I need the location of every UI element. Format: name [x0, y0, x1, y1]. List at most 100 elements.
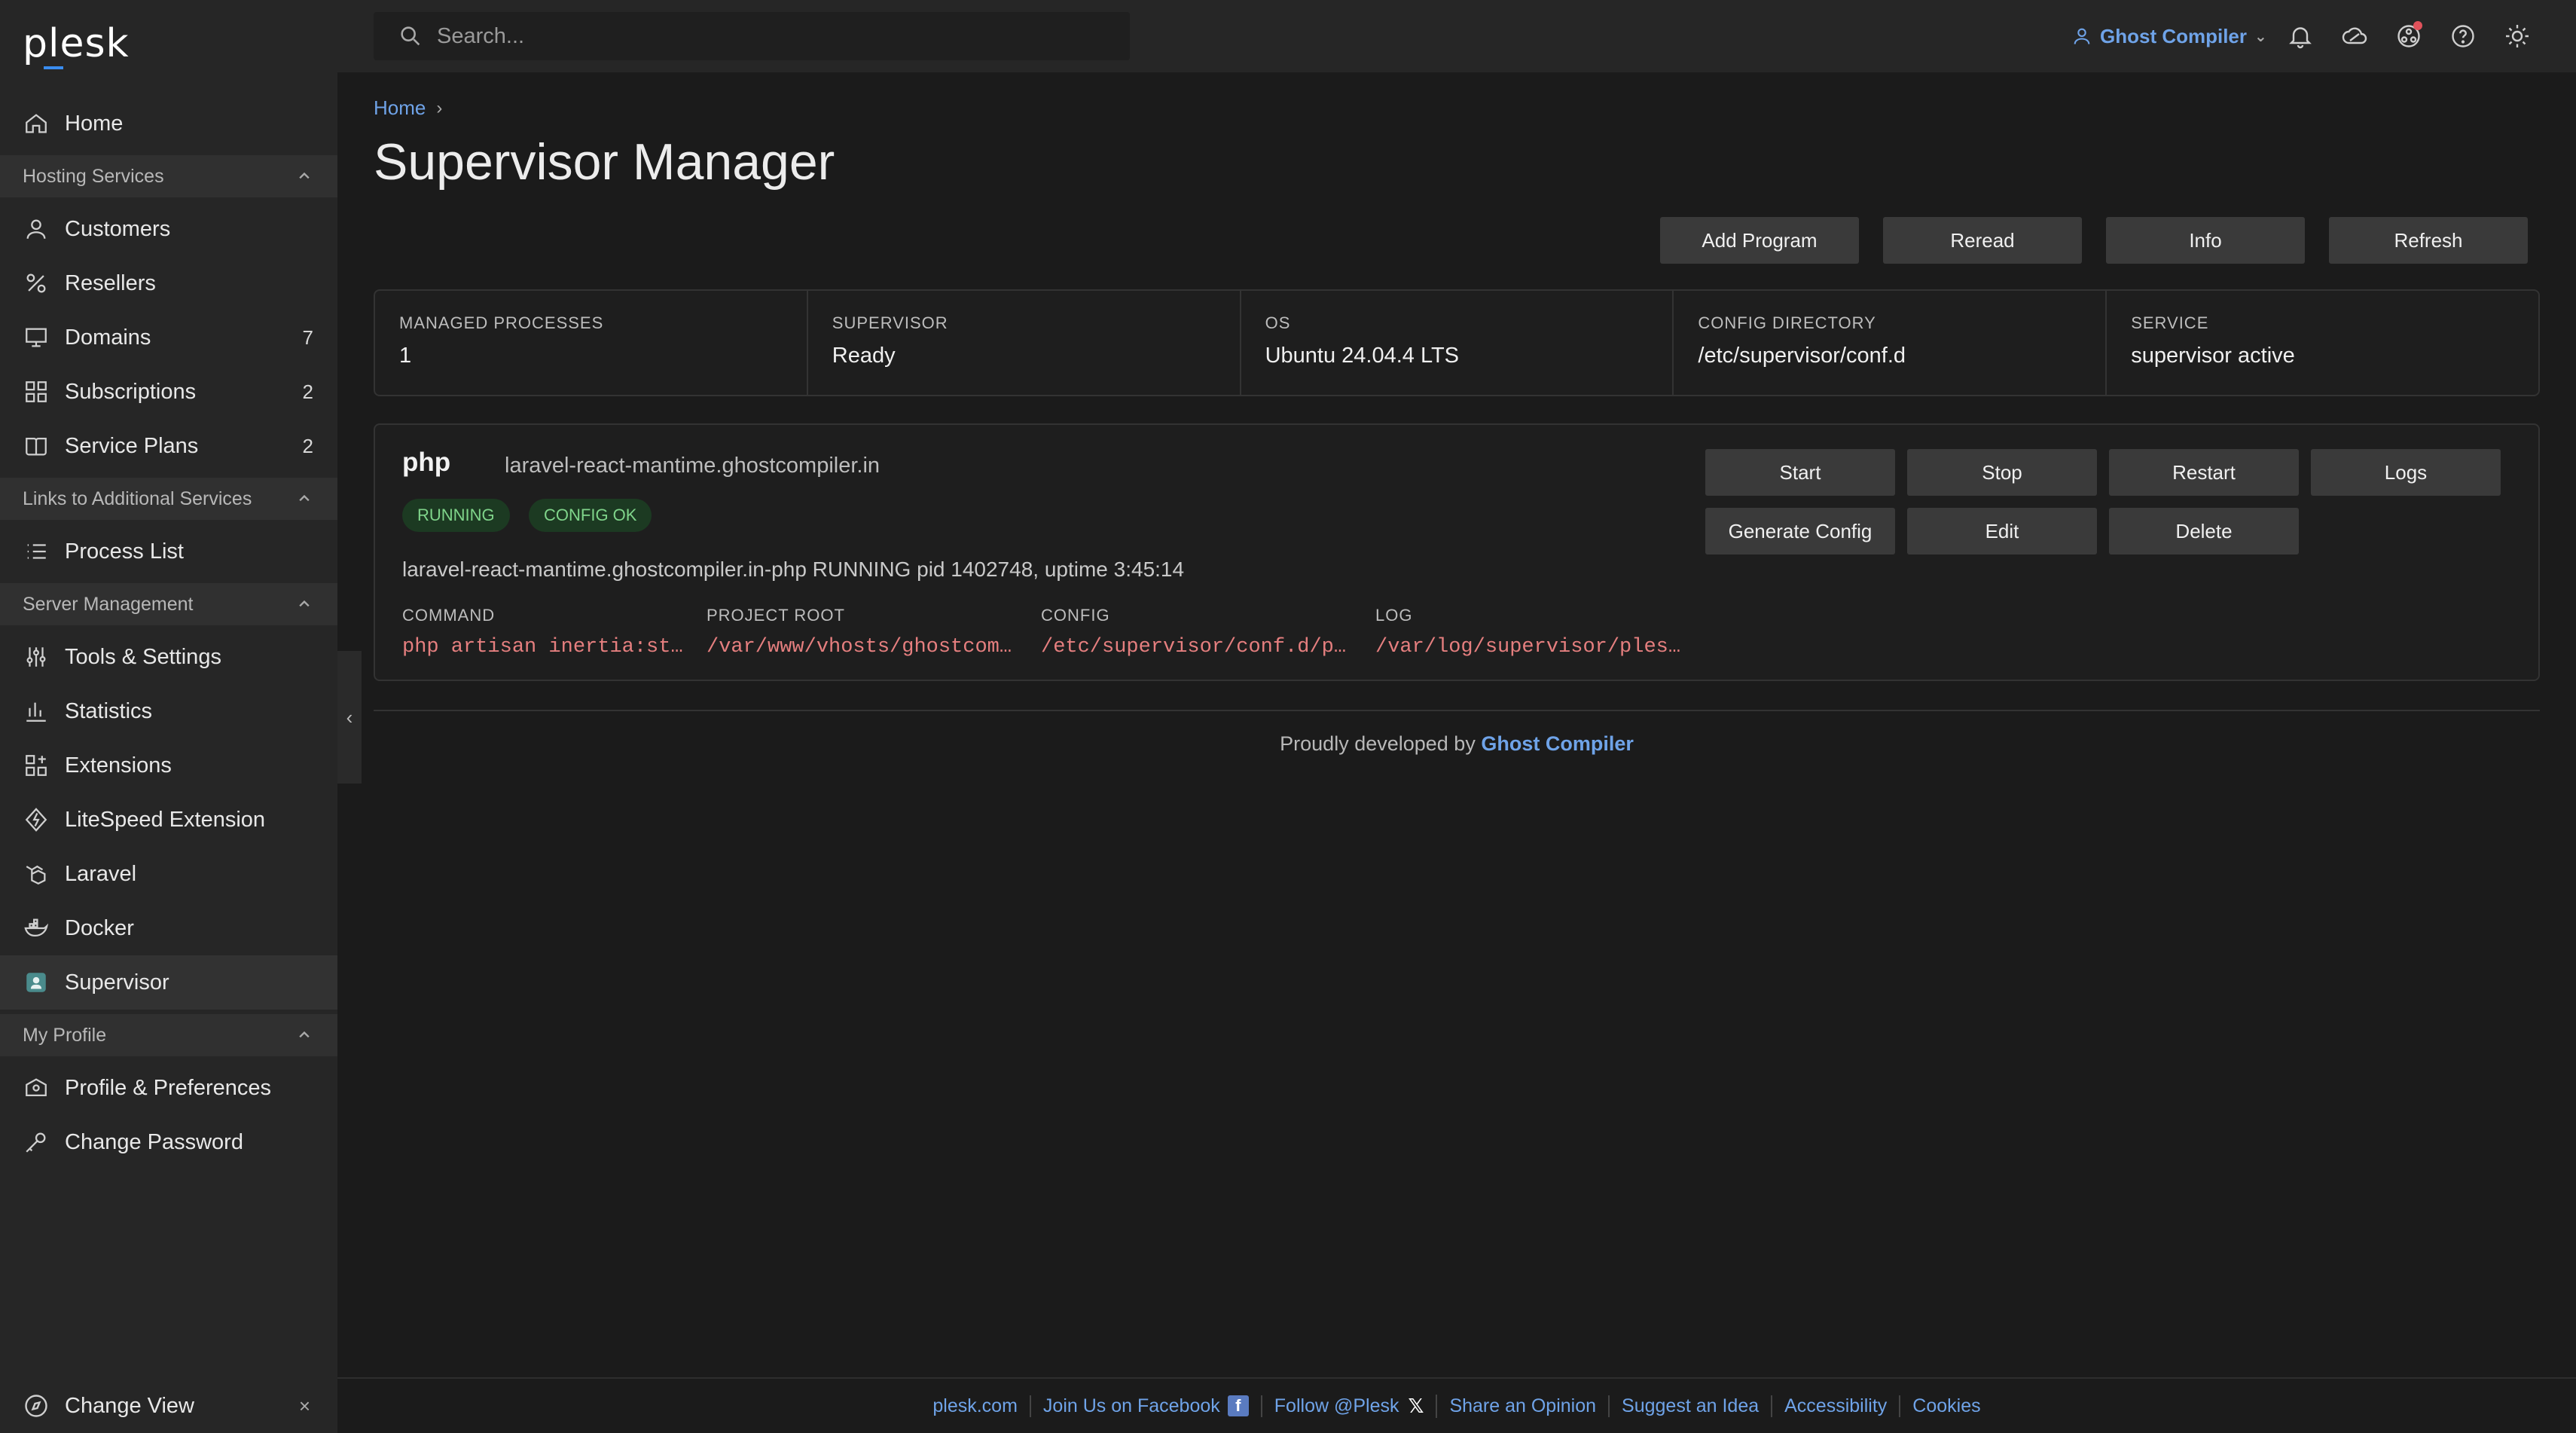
stat-value: supervisor active: [2131, 344, 2295, 368]
chevron-left-icon: ‹: [346, 705, 353, 729]
edit-button[interactable]: Edit: [1907, 508, 2097, 555]
sidebar-item-label: Service Plans: [65, 433, 199, 458]
footer-link-cookies[interactable]: Cookies: [1900, 1395, 1992, 1417]
user-menu[interactable]: Ghost Compiler ⌄: [2071, 20, 2267, 53]
breadcrumb: Home ›: [374, 96, 442, 120]
logo-underline: [44, 66, 63, 69]
section-server-management[interactable]: Server Management: [0, 583, 337, 625]
footer-link-facebook[interactable]: Join Us on Facebook f: [1031, 1395, 1262, 1417]
help-icon[interactable]: [2446, 20, 2480, 53]
sidebar-item-label: LiteSpeed Extension: [65, 807, 266, 832]
sidebar-item-label: Docker: [65, 915, 134, 940]
sidebar-item-label: Statistics: [65, 698, 153, 723]
sidebar-item-statistics[interactable]: Statistics: [0, 684, 337, 738]
footer-link-label: Accessibility: [1784, 1395, 1888, 1416]
sidebar-item-label: Laravel: [65, 861, 137, 886]
stat-value: 1: [399, 344, 412, 368]
footer-link-label: Join Us on Facebook: [1042, 1395, 1220, 1416]
search-input[interactable]: [437, 23, 1115, 49]
info-button[interactable]: Info: [2106, 217, 2305, 264]
add-program-button[interactable]: Add Program: [1660, 217, 1859, 264]
list-icon: [23, 538, 50, 565]
count-badge: 2: [302, 434, 313, 457]
sidebar-item-change-password[interactable]: Change Password: [0, 1115, 337, 1169]
sidebar-item-label: Subscriptions: [65, 379, 197, 404]
sliders-icon: [23, 643, 50, 671]
facebook-icon: f: [1227, 1395, 1249, 1416]
section-my-profile[interactable]: My Profile: [0, 1014, 337, 1056]
program-domain: laravel-react-mantime.ghostcompiler.in: [505, 454, 881, 478]
sidebar-item-process-list[interactable]: Process List: [0, 524, 337, 579]
content-divider: [374, 710, 2540, 711]
footer-link-idea[interactable]: Suggest an Idea: [1610, 1395, 1773, 1417]
project-root-label: PROJECT ROOT: [707, 606, 845, 625]
book-icon: [23, 432, 50, 460]
start-button[interactable]: Start: [1705, 449, 1895, 496]
sidebar-item-supervisor[interactable]: Supervisor: [0, 955, 337, 1010]
count-badge: 7: [302, 325, 313, 349]
section-title: Server Management: [23, 593, 194, 615]
sidebar-item-resellers[interactable]: Resellers: [0, 256, 337, 310]
refresh-button[interactable]: Refresh: [2329, 217, 2528, 264]
plesk-logo[interactable]: plesk: [23, 21, 130, 72]
litespeed-icon: [23, 806, 50, 833]
stat-service: SERVICE supervisor active: [2107, 291, 2538, 395]
restart-button[interactable]: Restart: [2109, 449, 2299, 496]
sidebar-item-label: Domains: [65, 325, 151, 350]
search-box[interactable]: [374, 12, 1130, 60]
reread-button[interactable]: Reread: [1883, 217, 2082, 264]
notifications-icon[interactable]: [2284, 20, 2317, 53]
community-icon[interactable]: [2392, 20, 2425, 53]
chevron-up-icon: [299, 1031, 310, 1038]
sidebar-item-laravel[interactable]: Laravel: [0, 847, 337, 901]
footer-link-opinion[interactable]: Share an Opinion: [1437, 1395, 1610, 1417]
sidebar-nav: Home Hosting Services Customers Reseller…: [0, 96, 337, 1169]
section-hosting-services[interactable]: Hosting Services: [0, 155, 337, 197]
stat-value: /etc/supervisor/conf.d: [1698, 344, 1906, 368]
sidebar-item-label: Supervisor: [65, 970, 169, 995]
command-label: COMMAND: [402, 606, 496, 625]
logs-button[interactable]: Logs: [2311, 449, 2501, 496]
chevron-up-icon: [299, 494, 310, 502]
footer-link-follow[interactable]: Follow @Plesk 𝕏: [1262, 1394, 1438, 1418]
user-icon: [23, 215, 50, 243]
footer-link-plesk[interactable]: plesk.com: [920, 1395, 1031, 1417]
sidebar-item-profile-preferences[interactable]: Profile & Preferences: [0, 1061, 337, 1115]
footer-link-label: Share an Opinion: [1449, 1395, 1597, 1416]
generate-config-button[interactable]: Generate Config: [1705, 508, 1895, 555]
compass-icon: [25, 1395, 47, 1417]
theme-sun-icon[interactable]: [2501, 20, 2534, 53]
status-badge-config: CONFIG OK: [529, 499, 652, 532]
sidebar-item-subscriptions[interactable]: Subscriptions 2: [0, 365, 337, 419]
footer-link-accessibility[interactable]: Accessibility: [1772, 1395, 1901, 1417]
footer-link-label: plesk.com: [932, 1395, 1018, 1416]
cloud-icon[interactable]: [2338, 20, 2371, 53]
sidebar: plesk Home Hosting Services Customers Re…: [0, 0, 337, 1433]
change-view-button[interactable]: Change View ×: [0, 1379, 337, 1433]
section-title: Hosting Services: [23, 165, 164, 187]
section-links-additional[interactable]: Links to Additional Services: [0, 478, 337, 520]
sidebar-item-tools-settings[interactable]: Tools & Settings: [0, 630, 337, 684]
delete-button[interactable]: Delete: [2109, 508, 2299, 555]
sidebar-item-label: Home: [65, 111, 124, 136]
close-icon[interactable]: ×: [299, 1395, 310, 1418]
sidebar-item-domains[interactable]: Domains 7: [0, 310, 337, 365]
sidebar-item-customers[interactable]: Customers: [0, 202, 337, 256]
section-title: Links to Additional Services: [23, 487, 252, 509]
sidebar-collapse-handle[interactable]: ‹: [337, 651, 362, 784]
sidebar-item-docker[interactable]: Docker: [0, 901, 337, 955]
footer-link-label: Cookies: [1912, 1395, 1981, 1416]
stop-button[interactable]: Stop: [1907, 449, 2097, 496]
home-icon: [23, 110, 50, 137]
logo-text: plesk: [23, 21, 130, 66]
page-title: Supervisor Manager: [374, 133, 835, 191]
credit-author-link[interactable]: Ghost Compiler: [1481, 732, 1634, 755]
stat-os: OS Ubuntu 24.04.4 LTS: [1241, 291, 1674, 395]
sidebar-item-service-plans[interactable]: Service Plans 2: [0, 419, 337, 473]
sidebar-item-extensions[interactable]: Extensions: [0, 738, 337, 793]
sidebar-item-home[interactable]: Home: [0, 96, 337, 151]
breadcrumb-home-link[interactable]: Home: [374, 96, 426, 120]
footer-link-label: Follow @Plesk: [1274, 1395, 1399, 1416]
laravel-icon: [23, 860, 50, 888]
sidebar-item-litespeed[interactable]: LiteSpeed Extension: [0, 793, 337, 847]
